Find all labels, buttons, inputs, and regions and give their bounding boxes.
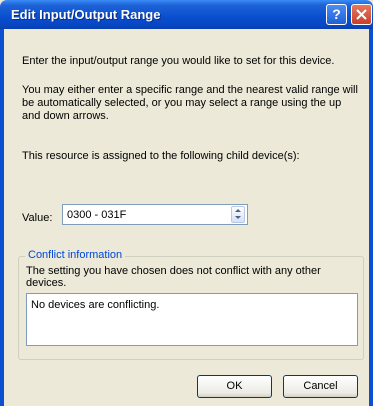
- assigned-devices-text: This resource is assigned to the followi…: [22, 150, 300, 162]
- conflict-info-legend: Conflict information: [25, 249, 126, 261]
- ok-button[interactable]: OK: [197, 375, 272, 398]
- conflict-description: The setting you have chosen does not con…: [26, 265, 321, 289]
- intro-text: Enter the input/output range you would l…: [22, 55, 335, 67]
- value-spinner[interactable]: [231, 206, 245, 223]
- cancel-button[interactable]: Cancel: [283, 375, 358, 398]
- value-label: Value:: [22, 212, 53, 224]
- explanation-text: You may either enter a specific range an…: [22, 84, 358, 122]
- window-border-left: [0, 29, 4, 406]
- value-text: 0300 - 031F: [67, 209, 127, 221]
- conflict-list-box[interactable]: No devices are conflicting.: [26, 293, 358, 346]
- close-button[interactable]: [351, 4, 372, 25]
- spin-down-icon[interactable]: [235, 216, 241, 219]
- spin-up-icon[interactable]: [235, 209, 241, 212]
- title-bar[interactable]: Edit Input/Output Range ?: [0, 0, 373, 29]
- edit-io-range-dialog: Edit Input/Output Range ? Enter the inpu…: [0, 0, 373, 406]
- help-icon: ?: [332, 6, 341, 22]
- conflict-message: No devices are conflicting.: [31, 299, 160, 311]
- value-input[interactable]: 0300 - 031F: [62, 204, 248, 225]
- help-button[interactable]: ?: [326, 4, 347, 25]
- window-title: Edit Input/Output Range: [11, 7, 161, 22]
- window-border-right: [369, 29, 373, 406]
